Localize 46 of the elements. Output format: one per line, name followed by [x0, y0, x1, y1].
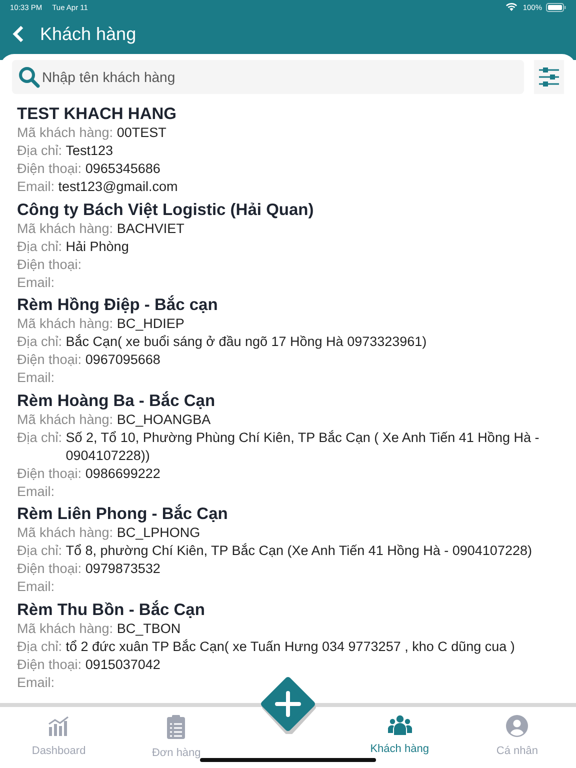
sliders-icon: [538, 67, 560, 87]
clipboard-icon: [167, 715, 186, 739]
customer-detail: Email:: [17, 369, 55, 387]
page-title: Khách hàng: [40, 24, 136, 44]
user-icon: [506, 715, 528, 737]
customer-name: TEST KHACH HANG: [17, 104, 178, 124]
people-icon: [388, 715, 412, 735]
customer-detail: Điện thoại: 0965345686: [17, 160, 160, 178]
nav-tab[interactable]: Dashboard: [0, 707, 118, 758]
customer-detail: Mã khách hàng: BC_TBON: [17, 620, 181, 638]
customer-detail: Điện thoại: 0967095668: [17, 351, 160, 369]
customer-detail: Mã khách hàng: BC_HOANGBA: [17, 410, 211, 428]
wifi-icon: [506, 3, 517, 11]
customer-detail: Điện thoại: 0915037042: [17, 656, 160, 674]
customer-detail: Địa chỉ: tổ 2 đức xuân TP Bắc Cạn( xe Tuấn Hưng 034 9773257 , kho C dũng cua ): [17, 638, 515, 656]
customer-detail: Địa chỉ: Số 2, Tổ 10, Phường Phùng Chí Kiên, TP Bắc Cạn ( Xe Anh Tiến 41 Hồng Hà - 0904107228)): [17, 428, 540, 464]
customer-detail: Điện thoại: 0986699222: [17, 464, 160, 482]
nav-tab[interactable]: Khách hàng: [340, 707, 458, 756]
customer-detail: Địa chỉ: Tổ 8, phường Chí Kiên, TP Bắc Cạn (Xe Anh Tiến 41 Hồng Hà - 0904107228): [17, 542, 532, 560]
battery-icon: [546, 2, 566, 12]
nav-tab[interactable]: Cá nhân: [458, 707, 576, 758]
customer-detail: Địa chỉ: Test123: [17, 142, 114, 160]
customer-detail: Địa chỉ: Bắc Cạn( xe buổi sáng ở đầu ngõ 17 Hồng Hà 0973323961): [17, 333, 427, 351]
customer-detail: Mã khách hàng: BC_LPHONG: [17, 524, 200, 542]
customer-detail: Mã khách hàng: BACHVIET: [17, 220, 184, 238]
customer-detail: Email:: [17, 482, 55, 500]
add-button[interactable]: [260, 676, 316, 734]
plus-icon: [274, 691, 301, 717]
customer-detail: Mã khách hàng: 00TEST: [17, 124, 166, 142]
customer-detail: Email:: [17, 578, 55, 596]
customer-detail: Điện thoại:: [17, 256, 82, 274]
customer-detail: Email:: [17, 274, 55, 292]
bar-chart-icon: [48, 715, 70, 737]
customer-name: Rèm Liên Phong - Bắc Cạn: [17, 504, 229, 524]
back-icon[interactable]: [12, 25, 24, 43]
customer-name: Rèm Hồng Điệp - Bắc cạn: [17, 295, 219, 315]
search-field[interactable]: Nhập tên khách hàng: [12, 60, 524, 94]
customer-name: Rèm Hoàng Ba - Bắc Cạn: [17, 390, 216, 410]
customer-detail: Mã khách hàng: BC_HDIEP: [17, 315, 184, 333]
customer-detail: Địa chỉ: Hải Phòng: [17, 238, 129, 256]
customer-detail: Email:: [17, 674, 55, 692]
customer-detail: Điện thoại: 0979873532: [17, 560, 160, 578]
filter-button[interactable]: [534, 60, 564, 94]
customer-detail: Email: test123@gmail.com: [17, 178, 178, 196]
customer-name: Công ty Bách Việt Logistic (Hải Quan): [17, 200, 315, 220]
customer-name: Rèm Thu Bồn - Bắc Cạn: [17, 600, 206, 620]
